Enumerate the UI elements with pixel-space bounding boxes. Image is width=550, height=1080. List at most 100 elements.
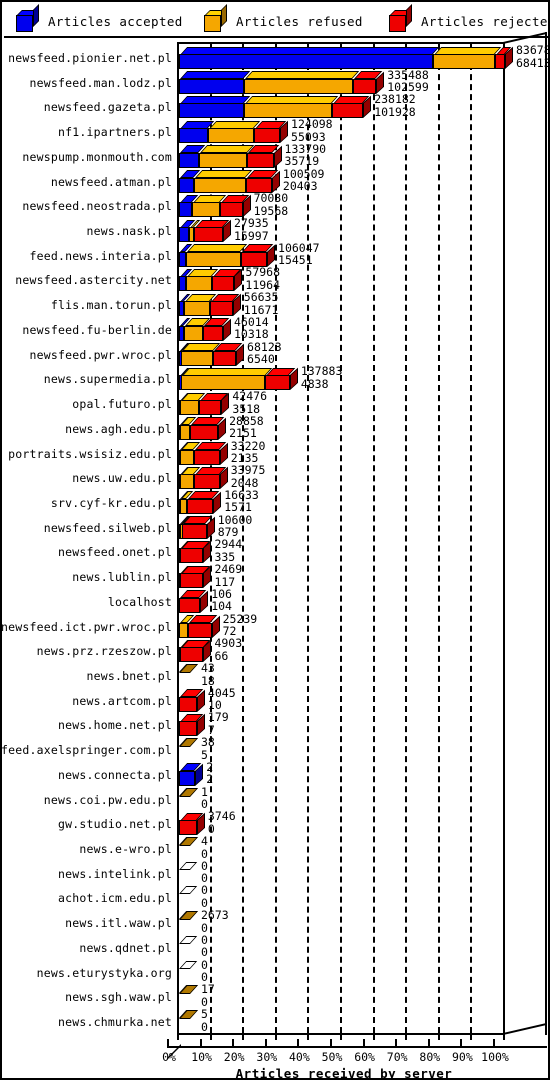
chart-root: Articles accepted Articles refused Article… <box>0 0 550 1080</box>
bar-row-label: newsfeed.fu-berlin.de <box>22 322 172 337</box>
bar-row[interactable]: newsfeed.gazeta.pl 238182 101928 <box>4 93 548 120</box>
legend-item-1: Articles refused <box>204 4 363 38</box>
bar-row[interactable]: news.agh.edu.pl 28858 2151 <box>4 415 548 442</box>
bar-row[interactable]: news.itl.waw.pl 2673 0 <box>4 908 548 936</box>
bar-row[interactable]: newsfeed.ict.pwr.wroc.pl 25239 72 <box>2 613 548 640</box>
bar-row[interactable]: news.qdnet.pl 0 0 <box>4 934 548 961</box>
bar-row[interactable]: news.lublin.pl 2469 117 <box>4 563 548 590</box>
bar-value-labels: 4045 10 <box>208 687 236 712</box>
bar-row[interactable]: newspump.monmouth.com 133790 35719 <box>4 143 548 170</box>
bar-value-labels: 38 5 <box>201 736 215 761</box>
bar-value-labels: 10600 879 <box>218 514 253 539</box>
bar-segment-minimal <box>179 787 199 797</box>
bar-row[interactable]: opal.futuro.pl 42476 3518 <box>4 390 548 417</box>
bar-row[interactable]: newsfeed.onet.pl 2944 335 <box>4 538 548 565</box>
bar-row[interactable]: portraits.wsisiz.edu.pl 33220 2135 <box>4 440 548 467</box>
bar-value-labels: 124098 55093 <box>291 118 333 143</box>
legend-label: Articles rejected <box>421 13 550 29</box>
bar-segment-rejected <box>179 540 210 564</box>
bar-segment-refused <box>185 244 248 267</box>
bar-empty-top-face <box>179 861 198 870</box>
bar-row-label: news.artcom.pl <box>72 693 172 708</box>
bar-row[interactable]: newsfeed.neostrada.pl 70030 19568 <box>4 191 548 219</box>
bar-segment-accepted <box>179 46 440 69</box>
legend-item-0: Articles accepted <box>16 4 183 38</box>
bar-row[interactable]: newsfeed.axelspringer.com.pl 385 <box>2 736 548 763</box>
bar-row[interactable]: achot.icm.edu.pl 0 0 <box>4 884 548 911</box>
bar-value-labels: 16633 1571 <box>224 489 259 514</box>
bar-row-label: newsfeed.atman.pl <box>50 174 172 189</box>
bar-segment-accepted <box>179 194 199 218</box>
bar-value-labels: 50 <box>201 1008 208 1033</box>
bar-segments: 124098 55093 <box>179 118 505 145</box>
bar-row[interactable]: gw.studio.net.pl 3746 0 <box>4 809 548 837</box>
bar-value-top: 70030 <box>253 191 289 206</box>
bar-value-bottom: 15997 <box>234 228 269 243</box>
bar-segment-refused <box>179 392 205 416</box>
bar-row[interactable]: news.sgh.waw.pl 17 0 <box>4 983 548 1010</box>
bar-value-labels: 00 <box>201 959 208 984</box>
bar-segment-rejected <box>190 417 225 440</box>
bar-row-label: news.bnet.pl <box>86 669 172 683</box>
bar-row[interactable]: newsfeed.man.lodz.pl 335488 102599 <box>4 69 548 96</box>
bar-row[interactable]: newsfeed.silweb.pl 10600 879 <box>4 514 548 541</box>
bar-value-labels: 2469 117 <box>214 563 242 588</box>
bar-row-label: nf1.ipartners.pl <box>58 125 172 140</box>
bar-segments: 22 <box>179 761 505 788</box>
bar-value-top: 3746 <box>207 809 236 824</box>
bar-row[interactable]: news.uw.edu.pl 33975 2048 <box>4 464 548 491</box>
bar-row[interactable]: flis.man.torun.pl 56635 11671 <box>4 290 548 318</box>
bar-segment-top-face <box>180 95 251 104</box>
bar-value-top: 56635 <box>243 290 279 305</box>
bar-row[interactable]: news.e-wro.pl 4 0 <box>4 835 548 862</box>
bar-segment-rejected <box>203 318 230 341</box>
bar-segment-rejected <box>265 367 297 391</box>
bar-segment-accepted <box>179 145 205 168</box>
bar-row[interactable]: news.prz.rzeszow.pl 4903 66 <box>4 637 548 664</box>
bar-value-labels: 22 <box>206 761 213 786</box>
bar-value-labels: 137883 4838 <box>301 365 343 390</box>
bar-row[interactable]: news.coi.pw.edu.pl 1 0 <box>4 786 548 813</box>
bar-segment-refused <box>183 293 217 317</box>
bar-segment-top-face <box>181 367 272 376</box>
bar-row[interactable]: news.connecta.pl 2 2 <box>4 761 548 788</box>
bar-row[interactable]: news.intelink.pl 0 0 <box>4 860 548 887</box>
bar-row[interactable]: localhost 106 104 <box>4 588 548 615</box>
bar-value-labels: 00 <box>201 884 208 909</box>
bar-segment-rejected <box>211 268 241 292</box>
bar-segment-rejected <box>179 639 210 663</box>
bar-row[interactable]: newsfeed.pionier.net.pl 836787684136 <box>4 44 548 71</box>
bar-row-label: news.lublin.pl <box>72 570 172 585</box>
bar-row-label: news.home.net.pl <box>58 718 172 733</box>
bar-row-label: newsfeed.silweb.pl <box>43 520 172 535</box>
x-tick-label-60: 60% <box>354 1050 375 1064</box>
bar-segments: 56635 11671 <box>179 290 505 318</box>
bar-row[interactable]: news.supermedia.pl 137883 4838 <box>4 365 548 392</box>
x-tick-0 <box>177 1028 179 1040</box>
bar-row[interactable]: news.eturystyka.org 0 0 <box>4 959 548 986</box>
bar-row[interactable]: news.bnet.pl 43 18 <box>4 662 548 689</box>
bar-row[interactable]: news.artcom.pl 4045 10 <box>4 687 548 714</box>
bar-segments: 38 5 <box>179 736 505 763</box>
bar-value-bottom: 15451 <box>278 253 313 268</box>
bar-empty-top-face <box>179 935 198 944</box>
bar-segment-accepted <box>179 219 195 243</box>
bar-segment-rejected <box>179 812 204 836</box>
bar-row[interactable]: news.home.net.pl 179 7 <box>4 711 548 738</box>
bar-row[interactable]: news.nask.pl 27935 15997 <box>4 217 548 244</box>
bar-value-top: 2673 <box>201 908 229 923</box>
bar-row-label: news.e-wro.pl <box>79 842 172 857</box>
bar-segments: 68123 6540 <box>179 341 505 368</box>
bar-segment-minimal <box>179 985 199 995</box>
bar-row[interactable]: newsfeed.pwr.wroc.pl 68123 6540 <box>4 341 548 368</box>
bar-row[interactable]: nf1.ipartners.pl 124098 55093 <box>4 118 548 145</box>
bar-row-label: newsfeed.neostrada.pl <box>22 199 172 214</box>
x-tick-20 <box>242 1028 245 1040</box>
x-axis-floor-line <box>167 1046 547 1048</box>
bar-value-bottom: 101928 <box>374 104 416 119</box>
bar-row[interactable]: news.chmurka.net 5 0 <box>4 1008 548 1035</box>
bar-segment-rejected <box>353 71 383 94</box>
chart-legend: Articles accepted Articles refused Article… <box>4 4 550 38</box>
bar-row[interactable]: srv.cyf-kr.edu.pl 16633 1571 <box>4 489 548 516</box>
bar-segment-minimal <box>179 837 199 847</box>
